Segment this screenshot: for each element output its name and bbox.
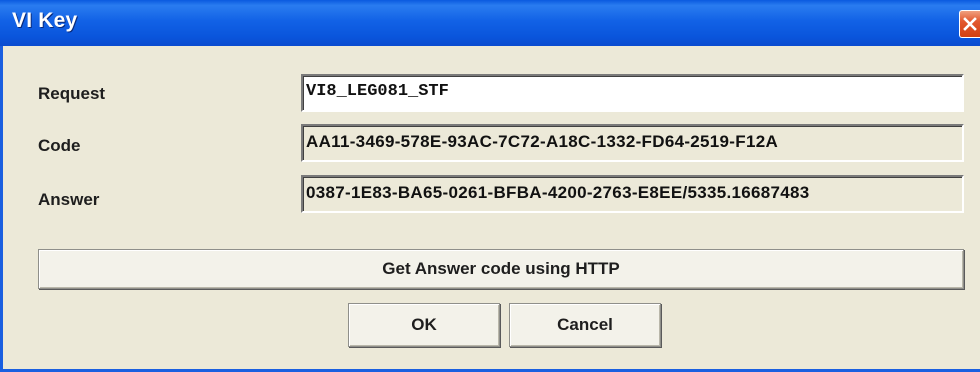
vi-key-dialog: VI Key Request VI8_LEG081_STF Code AA11-…: [0, 0, 980, 372]
answer-field[interactable]: 0387-1E83-BA65-0261-BFBA-4200-2763-E8EE/…: [301, 175, 964, 213]
window-title: VI Key: [12, 9, 78, 32]
cancel-button[interactable]: Cancel: [509, 303, 661, 347]
close-button[interactable]: [959, 10, 980, 38]
code-field[interactable]: AA11-3469-578E-93AC-7C72-A18C-1332-FD64-…: [301, 124, 964, 162]
request-input[interactable]: VI8_LEG081_STF: [301, 74, 964, 112]
window-border-left: [0, 46, 3, 372]
code-label: Code: [38, 136, 81, 155]
request-label: Request: [38, 84, 106, 103]
title-bar[interactable]: VI Key: [0, 0, 980, 46]
close-icon: [963, 17, 977, 31]
get-answer-http-button[interactable]: Get Answer code using HTTP: [38, 249, 964, 289]
ok-button[interactable]: OK: [348, 303, 500, 347]
answer-label: Answer: [38, 190, 100, 209]
